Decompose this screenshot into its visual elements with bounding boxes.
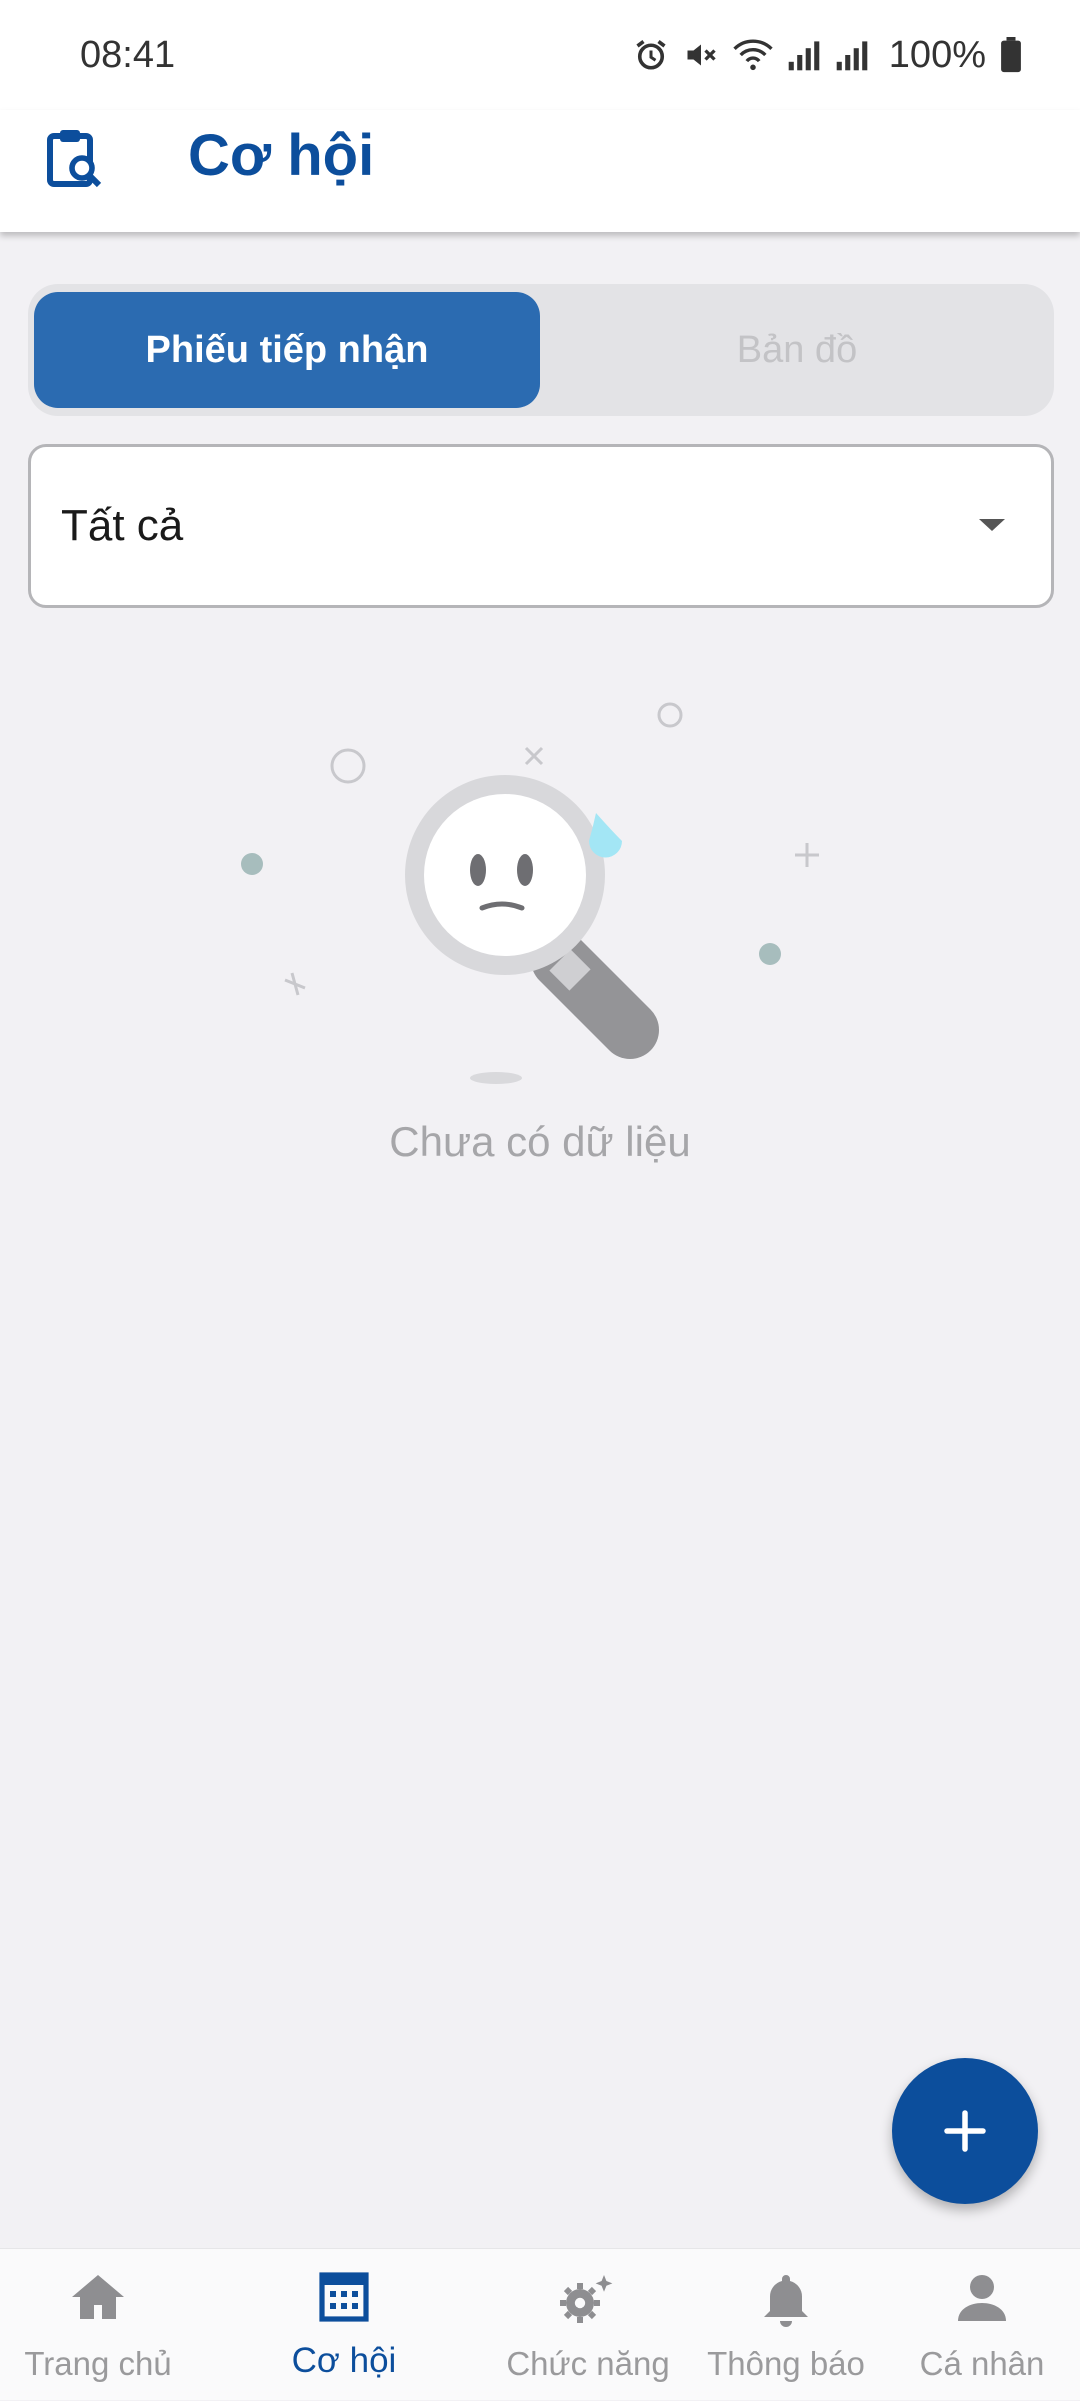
empty-search-illustration <box>241 702 819 1084</box>
page-title: Cơ hội <box>188 123 375 188</box>
nav-item-opportunities[interactable]: Cơ hội <box>246 2249 442 2401</box>
nav-label-opportunities: Cơ hội <box>291 2341 397 2380</box>
battery-icon <box>1001 37 1021 73</box>
signal-1-icon <box>788 41 820 71</box>
clipboard-search-icon[interactable] <box>46 128 106 192</box>
grid-calendar-icon <box>319 2272 369 2322</box>
person-icon <box>958 2275 1006 2321</box>
empty-state-message: Chưa có dữ liệu <box>389 1118 691 1165</box>
battery-percent: 100% <box>888 33 986 76</box>
nav-label-functions: Chức năng <box>506 2345 670 2382</box>
tab-map[interactable]: Bản đồ <box>546 292 1048 408</box>
app-bar: Cơ hội <box>0 110 1080 232</box>
gears-icon <box>560 2275 613 2323</box>
caret-down-icon <box>979 519 1005 531</box>
filter-dropdown[interactable]: Tất cả <box>28 444 1054 608</box>
add-button[interactable] <box>892 2058 1038 2204</box>
nav-item-notifications[interactable]: Thông báo <box>686 2249 886 2401</box>
mute-icon <box>687 44 716 66</box>
status-icons: 100% <box>633 34 1022 77</box>
nav-label-home: Trang chủ <box>24 2345 172 2382</box>
nav-item-profile[interactable]: Cá nhân <box>896 2249 1068 2401</box>
plus-icon <box>944 2110 986 2152</box>
home-icon <box>72 2275 124 2319</box>
nav-label-profile: Cá nhân <box>919 2345 1045 2382</box>
filter-selected-value: Tất cả <box>61 501 184 550</box>
nav-item-home[interactable]: Trang chủ <box>0 2249 196 2401</box>
bottom-nav: Trang chủ Cơ hội Chức năng Thông báo Cá … <box>0 2248 1080 2400</box>
bell-icon <box>764 2275 808 2327</box>
tab-receipt-forms[interactable]: Phiếu tiếp nhận <box>34 292 540 408</box>
status-bar: 08:41 100% <box>0 0 1080 110</box>
nav-label-notifications: Thông báo <box>707 2345 865 2382</box>
wifi-icon <box>733 39 773 71</box>
alarm-icon <box>636 40 666 70</box>
signal-2-icon <box>836 41 868 71</box>
status-time: 08:41 <box>80 33 176 76</box>
nav-item-functions[interactable]: Chức năng <box>494 2249 682 2401</box>
view-switcher: Phiếu tiếp nhận Bản đồ <box>28 284 1054 416</box>
